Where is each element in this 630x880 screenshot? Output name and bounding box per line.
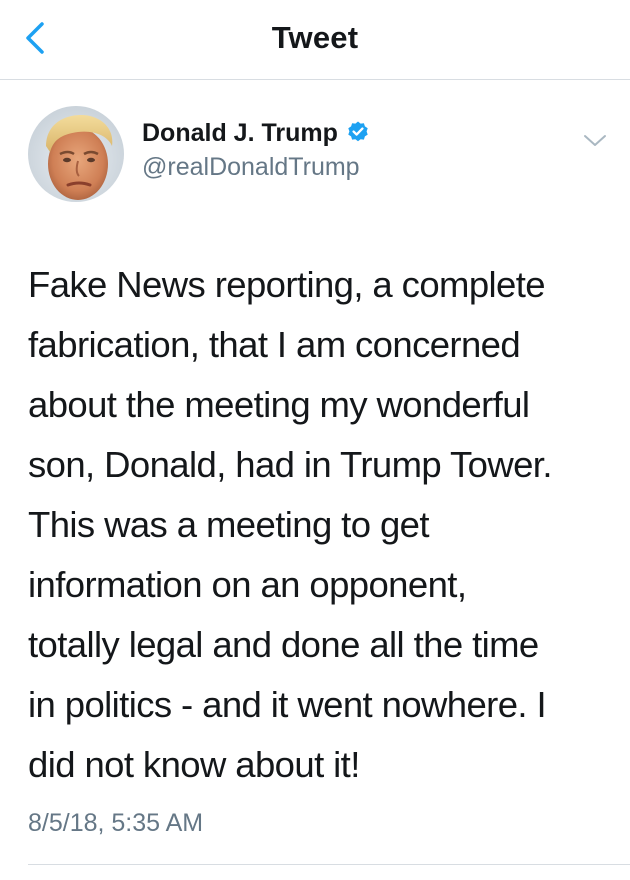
- tweet-text-line: totally legal and done all the time: [28, 624, 539, 665]
- tweet-options-button[interactable]: [582, 130, 608, 150]
- tweet-text-line: Fake News reporting, a complete: [28, 264, 546, 305]
- verified-badge-icon: [348, 121, 368, 142]
- author-name[interactable]: Donald J. Trump: [142, 119, 370, 148]
- tweet-text-line: in politics - and it went nowhere. I: [28, 684, 547, 725]
- tweet-text-line: about the meeting my wonderful: [28, 384, 530, 425]
- tweet-text-line: fabrication, that I am concerned: [28, 324, 521, 365]
- divider: [28, 864, 630, 865]
- nav-bar: Tweet: [0, 0, 630, 80]
- profile-photo: [28, 106, 124, 202]
- author-name-text: Donald J. Trump: [142, 119, 338, 147]
- tweet-timestamp[interactable]: 8/5/18, 5:35 AM: [28, 809, 203, 838]
- tweet-text: Fake News reporting, a complete fabricat…: [28, 255, 608, 795]
- tweet-text-line: did not know about it!: [28, 744, 360, 785]
- tweet-text-line: son, Donald, had in Trump Tower.: [28, 444, 552, 485]
- tweet-text-line: This was a meeting to get: [28, 504, 430, 545]
- page-title: Tweet: [271, 20, 359, 55]
- author-handle[interactable]: @realDonaldTrump: [142, 153, 360, 182]
- avatar[interactable]: [28, 106, 124, 202]
- tweet-text-line: information on an opponent,: [28, 564, 467, 605]
- chevron-down-icon: [584, 135, 606, 146]
